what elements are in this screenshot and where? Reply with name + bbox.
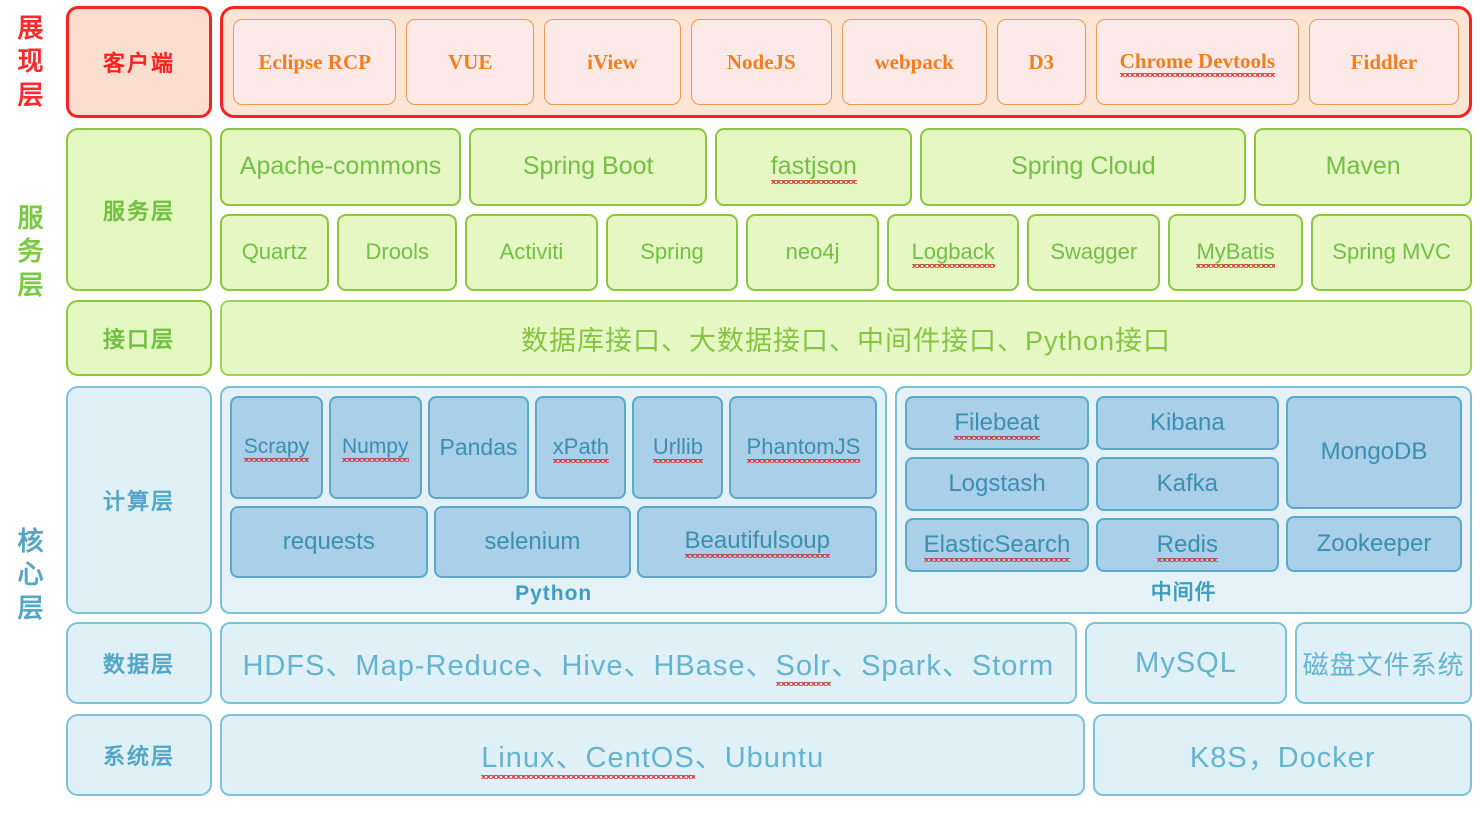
layer-row-compute: 计算层 Scrapy Numpy Pandas xPath Urllib Pha… [66,386,1472,614]
python-item[interactable]: Beautifulsoup [637,505,878,578]
service-item[interactable]: Logback [886,213,1020,291]
data-item[interactable]: MySQL [1084,622,1288,704]
layer-title-client: 客户端 [66,6,212,118]
service-item[interactable]: Quartz [220,213,330,291]
python-item[interactable]: Urllib [632,396,724,499]
service-item[interactable]: Maven [1254,128,1472,206]
middleware-item[interactable]: Redis [1095,518,1279,572]
service-item[interactable]: Spring Boot [469,128,708,206]
service-item[interactable]: neo4j [746,213,879,291]
service-item[interactable]: Swagger [1027,213,1161,291]
service-item[interactable]: fastjson [715,128,913,206]
group-label-char: 层 [17,592,45,623]
group-label-char: 务 [17,236,45,267]
service-item[interactable]: MyBatis [1168,213,1304,291]
python-row-1: Scrapy Numpy Pandas xPath Urllib Phantom… [230,396,878,499]
python-item[interactable]: requests [230,505,428,578]
layer-row-client: 客户端 Eclipse RCP VUE iView NodeJS webpack… [66,6,1472,118]
middleware-item[interactable]: Zookeeper [1286,515,1462,572]
group-label-char: 层 [17,79,45,110]
system-item[interactable]: Linux、CentOS、Ubuntu [220,714,1086,796]
client-item[interactable]: iView [543,19,681,105]
service-item[interactable]: Activiti [465,213,598,291]
data-item[interactable]: HDFS、Map-Reduce、Hive、HBase、Solr、Spark、St… [220,622,1077,704]
client-item[interactable]: Fiddler [1308,19,1459,105]
layer-title-data: 数据层 [66,622,212,704]
python-item[interactable]: PhantomJS [729,396,878,499]
python-item[interactable]: Pandas [427,396,530,499]
python-item[interactable]: Numpy [328,396,422,499]
client-item[interactable]: D3 [996,19,1086,105]
layer-row-service: 服务层 Apache-commons Spring Boot fastjson … [66,128,1473,291]
middleware-column: Filebeat Logstash ElasticSearch [905,396,1089,572]
group-label-service: 服 务 层 [0,128,62,376]
group-label-core: 核 心 层 [0,495,62,655]
service-item[interactable]: Spring [605,213,739,291]
python-item[interactable]: selenium [433,505,632,578]
python-item[interactable]: Scrapy [230,396,323,499]
data-item-label: HDFS、Map-Reduce、Hive、HBase、Solr、Spark、St… [242,650,1055,686]
group-label-char: 层 [17,269,45,300]
service-item[interactable]: Spring Cloud [920,128,1247,206]
layer-title-compute: 计算层 [66,386,212,614]
system-item-label: Linux、CentOS、Ubuntu [481,734,824,779]
middleware-column: MongoDB Zookeeper [1286,396,1462,572]
middleware-item[interactable]: MongoDB [1286,396,1462,509]
data-item[interactable]: 磁盘文件系统 [1295,622,1473,704]
layer-title-interface: 接口层 [66,300,212,376]
group-label-char: 服 [17,203,45,234]
client-item[interactable]: Chrome Devtools [1095,19,1299,105]
python-row-2: requests selenium Beautifulsoup [230,505,878,578]
layer-title-service: 服务层 [66,128,212,291]
python-group-title: Python [515,582,593,605]
middleware-item[interactable]: ElasticSearch [905,518,1089,572]
service-item[interactable]: Drools [337,213,458,291]
service-items-panel: Apache-commons Spring Boot fastjson Spri… [220,128,1473,291]
group-label-char: 核 [17,526,45,557]
group-label-char: 展 [17,13,45,44]
client-items-panel: Eclipse RCP VUE iView NodeJS webpack D3 … [220,6,1472,118]
compute-group-python: Scrapy Numpy Pandas xPath Urllib Phantom… [220,386,888,614]
group-label-char: 现 [17,46,45,77]
client-item[interactable]: VUE [406,19,534,105]
middleware-item[interactable]: Logstash [905,457,1089,511]
middleware-group-title: 中间件 [1150,581,1217,604]
service-item[interactable]: Apache-commons [220,128,462,206]
group-label-presentation: 展 现 层 [0,6,62,118]
middleware-item[interactable]: Filebeat [905,396,1089,450]
middleware-item[interactable]: Kibana [1095,396,1279,450]
python-item[interactable]: xPath [535,396,627,499]
middleware-item[interactable]: Kafka [1095,457,1279,511]
client-item[interactable]: NodeJS [690,19,832,105]
layer-title-system: 系统层 [66,714,212,796]
system-item[interactable]: K8S，Docker [1093,714,1472,796]
layer-row-system: 系统层 Linux、CentOS、Ubuntu K8S，Docker [66,714,1472,796]
client-item[interactable]: webpack [841,19,987,105]
service-row-1: Apache-commons Spring Boot fastjson Spri… [220,128,1472,206]
data-items-panel: HDFS、Map-Reduce、Hive、HBase、Solr、Spark、St… [220,622,1473,704]
system-items-panel: Linux、CentOS、Ubuntu K8S，Docker [220,714,1472,796]
layer-row-interface: 接口层 数据库接口、大数据接口、中间件接口、Python接口 [66,300,1472,376]
service-item[interactable]: Spring MVC [1311,213,1473,291]
compute-group-middleware: Filebeat Logstash ElasticSearch Kibana K… [895,386,1472,614]
layer-row-data: 数据层 HDFS、Map-Reduce、Hive、HBase、Solr、Spar… [66,622,1473,704]
architecture-diagram: 展 现 层 服 务 层 核 心 层 客户端 Eclipse RCP VUE iV… [0,0,1480,814]
service-row-2: Quartz Drools Activiti Spring neo4j Logb… [220,213,1473,291]
client-item[interactable]: Eclipse RCP [233,19,397,105]
middleware-column: Kibana Kafka Redis [1095,396,1279,572]
interface-content[interactable]: 数据库接口、大数据接口、中间件接口、Python接口 [220,300,1472,376]
group-label-char: 心 [17,559,45,590]
